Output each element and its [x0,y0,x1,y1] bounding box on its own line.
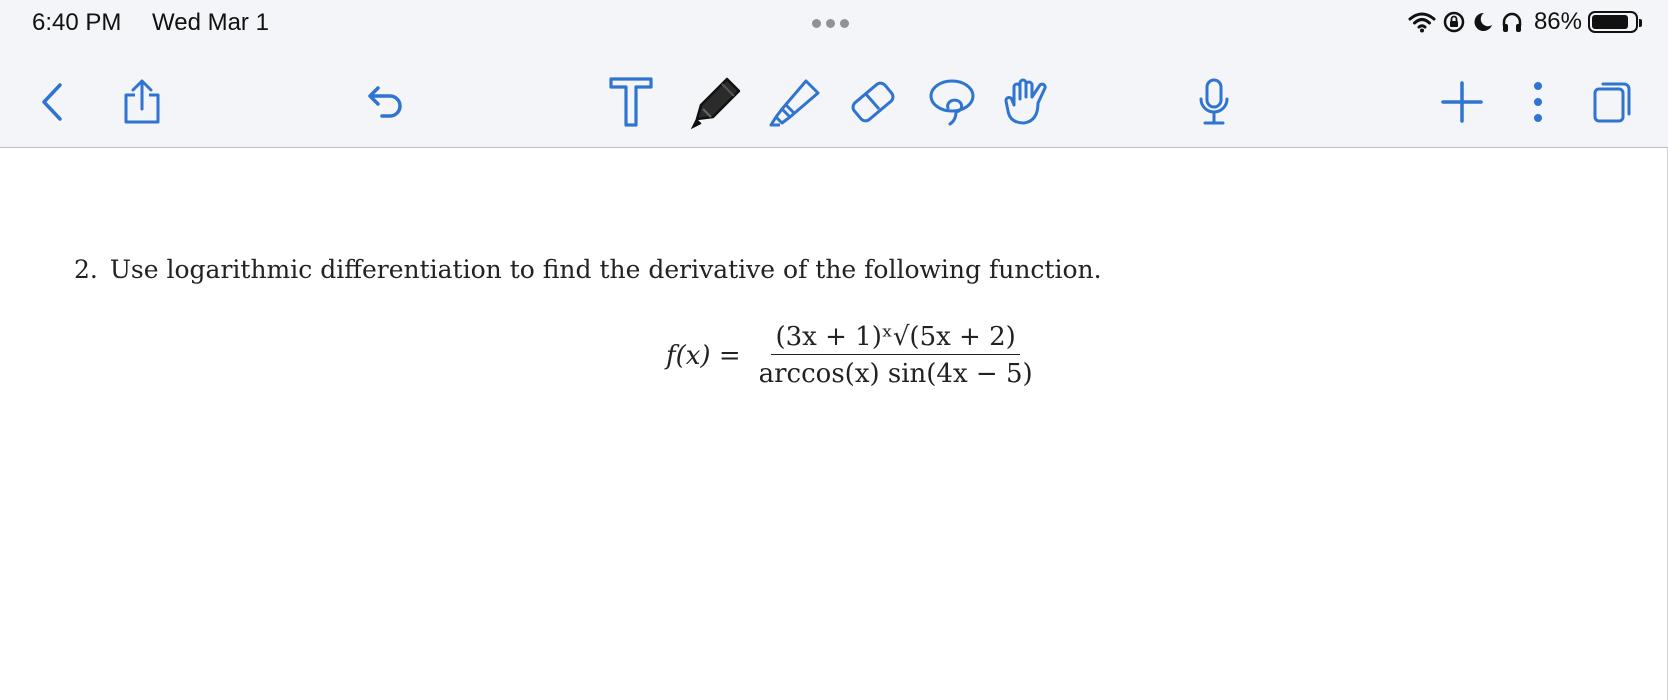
lasso-tool-icon[interactable] [922,72,982,132]
status-icons: 86% [1408,8,1642,36]
more-icon[interactable] [1508,72,1568,132]
share-icon[interactable] [112,72,172,132]
hand-tool-icon[interactable] [997,72,1057,132]
pages-icon[interactable] [1582,72,1642,132]
battery-icon [1588,11,1642,33]
wifi-icon [1408,12,1436,33]
problem-text: Use logarithmic differentiation to find … [109,255,1102,284]
status-date: Wed Mar 1 [152,9,269,36]
rotation-lock-icon [1443,11,1465,33]
multitasking-dots[interactable] [812,19,849,28]
back-icon[interactable] [22,72,82,132]
highlighter-tool-icon[interactable] [765,72,825,132]
add-icon[interactable] [1432,72,1492,132]
undo-icon[interactable] [354,72,414,132]
do-not-disturb-icon [1474,12,1492,31]
problem-statement: 2. Use logarithmic differentiation to fin… [74,255,1102,284]
document-page[interactable] [0,148,1668,700]
text-tool-icon[interactable] [601,72,661,132]
microphone-icon[interactable] [1184,72,1244,132]
pen-tool-icon[interactable] [686,72,746,132]
formula-denominator: arccos(x) sin(4x − 5) [758,359,1033,389]
formula-numerator: (3x + 1)ˣ√(5x + 2) [771,322,1020,355]
formula-lhs: f(x) = [666,340,741,371]
status-time: 6:40 PM [32,9,122,36]
headphones-icon [1502,12,1522,32]
top-bar: 6:40 PM Wed Mar 1 86% [0,0,1668,148]
problem-number: 2. [74,255,98,284]
formula: f(x) = (3x + 1)ˣ√(5x + 2) arccos(x) sin(… [666,322,1037,389]
eraser-tool-icon[interactable] [842,72,902,132]
formula-fraction: (3x + 1)ˣ√(5x + 2) arccos(x) sin(4x − 5) [755,322,1037,389]
battery-percent: 86% [1533,8,1582,35]
